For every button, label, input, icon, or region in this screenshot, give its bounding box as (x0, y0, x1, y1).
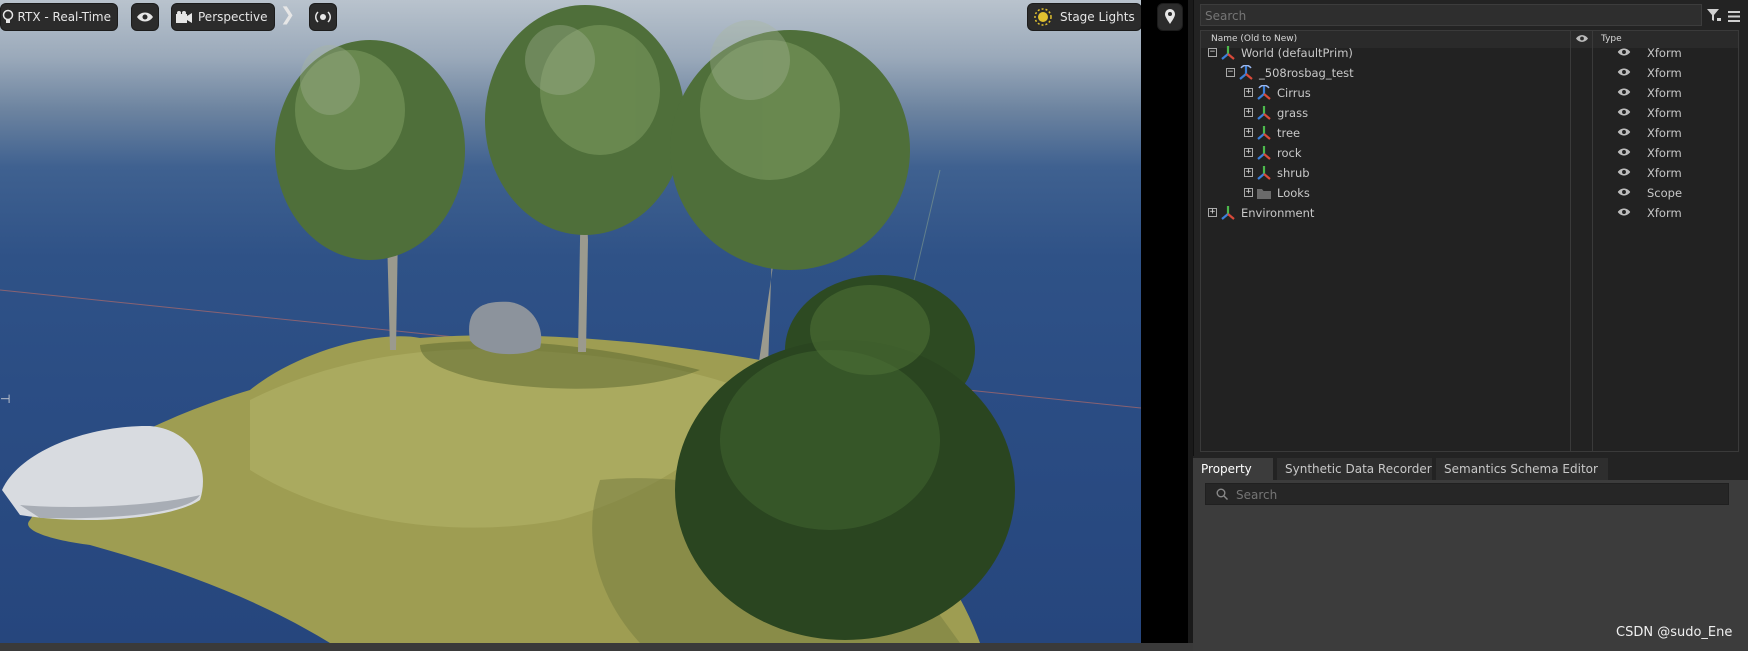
tree-row-environment[interactable]: + Environment Xform (1201, 203, 1738, 223)
tree-row-label: shrub (1277, 166, 1310, 180)
tree-row-type: Xform (1647, 206, 1682, 220)
broadcast-icon (311, 5, 335, 29)
xform-icon (1221, 46, 1235, 60)
eye-icon[interactable] (1617, 147, 1631, 157)
property-search-field[interactable] (1205, 483, 1729, 506)
tree-row-tree[interactable]: + tree Xform (1201, 123, 1738, 143)
folder-icon (1257, 189, 1271, 199)
tree-row-type: Xform (1647, 166, 1682, 180)
xform-icon (1221, 206, 1235, 220)
menu-icon[interactable] (1728, 7, 1740, 26)
sun-icon (1028, 5, 1058, 29)
tree-row-type: Xform (1647, 126, 1682, 140)
expand-toggle[interactable]: + (1244, 88, 1253, 97)
chevron-right-icon[interactable]: ❯ (280, 4, 295, 25)
tree-row-label: Cirrus (1277, 86, 1311, 100)
watermark: CSDN @sudo_Ene (1616, 625, 1733, 640)
tree-row-label: rock (1277, 146, 1302, 160)
camera-button[interactable]: Perspective (171, 3, 275, 31)
pin-icon (1158, 5, 1182, 29)
axis-marker: ⊣ (0, 392, 11, 406)
lightbulb-icon (1, 5, 16, 29)
tree-row-type: Scope (1647, 186, 1683, 200)
eye-icon[interactable] (1617, 87, 1631, 97)
eye-icon (133, 5, 157, 29)
tree-row-cirrus[interactable]: + Cirrus Xform (1201, 83, 1738, 103)
reference-xform-icon (1257, 85, 1271, 100)
tab-property[interactable]: Property (1193, 458, 1273, 480)
scene-render (0, 5, 1141, 643)
expand-toggle[interactable]: + (1208, 208, 1217, 217)
stage-lights-label: Stage Lights (1060, 10, 1135, 24)
visibility-button[interactable] (131, 3, 159, 31)
collapse-toggle[interactable]: − (1226, 68, 1235, 77)
eye-icon[interactable] (1617, 107, 1631, 117)
expand-toggle[interactable]: + (1244, 168, 1253, 177)
tree-row-type: Xform (1647, 86, 1682, 100)
tab-semantics-schema-editor[interactable]: Semantics Schema Editor (1436, 458, 1608, 480)
tree-row-label: World (defaultPrim) (1241, 46, 1353, 60)
pin-button[interactable] (1157, 3, 1183, 31)
camera-label: Perspective (198, 10, 268, 24)
collapse-toggle[interactable]: − (1208, 48, 1217, 57)
camera-icon (172, 5, 196, 29)
eye-icon[interactable] (1617, 127, 1631, 137)
tree-row-grass[interactable]: + grass Xform (1201, 103, 1738, 123)
tab-synthetic-data-recorder[interactable]: Synthetic Data Recorder (1277, 458, 1432, 480)
expand-toggle[interactable]: + (1244, 148, 1253, 157)
stage-tree[interactable]: Name (Old to New) Type − World (defaultP… (1200, 30, 1739, 452)
eye-icon[interactable] (1617, 207, 1631, 217)
eye-icon[interactable] (1617, 67, 1631, 77)
expand-toggle[interactable]: + (1244, 128, 1253, 137)
tree-row-world[interactable]: − World (defaultPrim) Xform (1201, 43, 1738, 63)
eye-icon[interactable] (1617, 187, 1631, 197)
tree-row-label: grass (1277, 106, 1309, 120)
tree-row-shrub[interactable]: + shrub Xform (1201, 163, 1738, 183)
property-search-input[interactable] (1234, 484, 1718, 506)
tree-row-type: Xform (1647, 46, 1682, 60)
tree-row-rock[interactable]: + rock Xform (1201, 143, 1738, 163)
xform-icon (1257, 126, 1271, 140)
renderer-button[interactable]: RTX - Real-Time (0, 3, 118, 31)
xform-icon (1257, 146, 1271, 160)
property-tab-bar: Property Synthetic Data Recorder Semanti… (1193, 456, 1748, 480)
eye-icon[interactable] (1617, 47, 1631, 57)
stage-lights-button[interactable]: Stage Lights (1027, 3, 1141, 31)
tree-row-label: _508rosbag_test (1259, 66, 1354, 80)
broadcast-button[interactable] (309, 3, 337, 31)
tree-row-looks[interactable]: + Looks Scope (1201, 183, 1738, 203)
reference-xform-icon (1239, 65, 1253, 80)
search-icon (1216, 488, 1228, 500)
xform-icon (1257, 166, 1271, 180)
eye-icon[interactable] (1617, 167, 1631, 177)
tree-row-label: Environment (1241, 206, 1315, 220)
stage-search-input[interactable] (1201, 6, 1701, 26)
expand-toggle[interactable]: + (1244, 108, 1253, 117)
xform-icon (1257, 106, 1271, 120)
tree-row-type: Xform (1647, 106, 1682, 120)
stage-panel: Name (Old to New) Type − World (defaultP… (1193, 0, 1748, 456)
tree-row-label: Looks (1277, 186, 1310, 200)
viewport[interactable]: RTX - Real-Time Perspective ❯ Stage Ligh… (0, 0, 1141, 643)
property-panel: Property Synthetic Data Recorder Semanti… (1193, 456, 1748, 651)
tree-row-type: Xform (1647, 146, 1682, 160)
viewport-side-bar (1141, 0, 1188, 643)
renderer-label: RTX - Real-Time (17, 10, 111, 24)
filter-icon[interactable] (1707, 7, 1721, 26)
tree-row-label: tree (1277, 126, 1301, 140)
expand-toggle[interactable]: + (1244, 188, 1253, 197)
tree-row-type: Xform (1647, 66, 1682, 80)
tree-row-508rosbag-test[interactable]: − _508rosbag_test Xform (1201, 63, 1738, 83)
stage-search-field[interactable] (1200, 4, 1702, 26)
viewport-bottom-strip (0, 643, 1193, 651)
